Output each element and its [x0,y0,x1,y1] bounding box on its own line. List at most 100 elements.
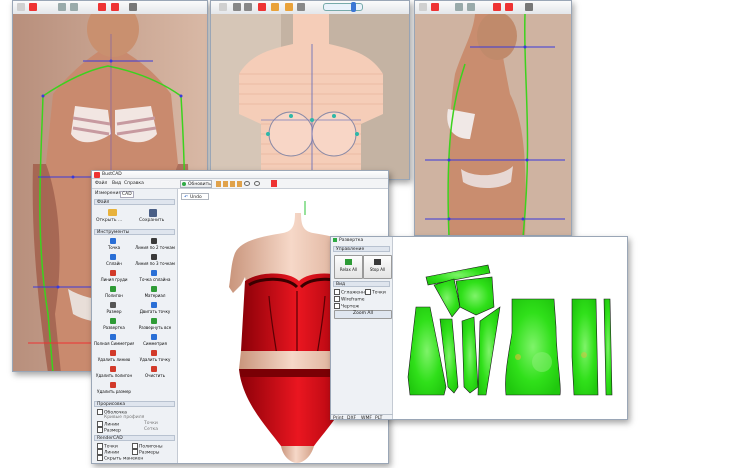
tool-label: Линия по 2 точкам [135,245,175,250]
save-button[interactable]: Сохранить [136,208,172,226]
tool-button[interactable]: Симметрия [135,333,175,348]
lock-icon[interactable] [258,3,266,11]
tool-button[interactable]: Линия груди [94,269,134,284]
flatten-panel: Развертка Управление Relax All Stop All … [331,237,393,419]
tool-button[interactable]: Полигон [94,285,134,300]
tool-button[interactable]: Удалить размер [94,381,134,396]
format-tab[interactable]: WMF [361,416,372,419]
file-header: Файл [97,200,110,205]
grid-icon[interactable] [419,3,427,11]
tool-label: Симметрия [143,341,167,346]
tool-label: Размер [106,309,122,314]
mgmt-label: Управление [336,247,365,252]
smooth-checkbox[interactable] [334,289,340,295]
sizes-check[interactable]: Размер [97,427,121,434]
tool-button[interactable]: Точка [94,237,134,252]
wireframe-check[interactable]: Wireframe [334,296,364,303]
tool-button[interactable]: Сплайн [94,253,134,268]
render-hide-check[interactable]: Скрыть манекен [97,455,143,462]
tool-icon-6[interactable] [254,181,260,186]
tab-cad[interactable]: CAD [120,191,134,198]
tools-section-header[interactable]: Инструменты [94,229,175,235]
tool-icon-5[interactable] [244,181,250,186]
view-label: Вид [336,282,346,287]
clear-icon[interactable] [505,3,513,11]
tool-icon [110,238,116,244]
points-check[interactable]: Точки [365,289,386,296]
delete-icon[interactable] [98,3,106,11]
grid-icon[interactable] [219,3,227,11]
tool-button[interactable]: Удалить линию [94,349,134,364]
tool-button[interactable]: Линия по 3 точкам [135,253,175,268]
mannequin-window [210,0,410,180]
tool-button[interactable]: Двигать точку [135,301,175,316]
zoom-all-button[interactable]: Zoom All [334,310,392,319]
zoom-slider[interactable] [323,3,363,11]
tool-label: Полная Симметрия [94,341,134,346]
format-tab[interactable]: PLT [375,416,382,419]
tool-button[interactable]: Материал [135,285,175,300]
tool-label: Сплайн [106,261,122,266]
open-button[interactable]: Открыть ... [95,208,131,226]
bell-icon[interactable] [525,3,533,11]
tool-button[interactable]: Очистить [135,365,175,380]
tool-button[interactable]: Точка сплайна [135,269,175,284]
menu-help[interactable]: Справка [124,181,144,186]
tool-icon-2[interactable] [223,181,228,187]
tool-button[interactable]: Развертка [94,317,134,332]
undo-label: Undo [190,195,202,200]
redo-icon[interactable] [70,3,78,11]
tool-button[interactable]: Развернуть все [135,317,175,332]
rotate-icon[interactable] [297,3,305,11]
redo-icon[interactable] [467,3,475,11]
view-icon[interactable] [244,3,252,11]
points-checkbox[interactable] [365,289,371,295]
bell-icon[interactable] [129,3,137,11]
tool-icon-4[interactable] [237,181,242,187]
delete-icon[interactable] [271,180,277,187]
pattern-canvas[interactable] [394,237,627,419]
file-section-header[interactable]: Файл [94,199,175,205]
tool-button[interactable]: Удалить точку [135,349,175,364]
sketch-checkbox[interactable] [334,303,340,309]
refresh-button[interactable]: Обновить [180,180,212,188]
format-tab[interactable]: Print [333,416,343,419]
grid-label[interactable]: Сетка [144,427,158,432]
render-hide-checkbox[interactable] [97,455,103,461]
tool-button[interactable]: Полная Симметрия [94,333,134,348]
tool-icon-1[interactable] [216,181,221,187]
sketch-check[interactable]: Чертеж [334,303,359,310]
format-tab[interactable]: DXF [347,416,356,419]
tab-measurements[interactable]: Измерения [95,191,121,196]
tool-icon-3[interactable] [230,181,235,187]
menu-file[interactable]: Файл [95,181,107,186]
points-label[interactable]: Точки [144,421,158,426]
clear-icon[interactable] [111,3,119,11]
move-icon[interactable] [233,3,241,11]
close-icon[interactable] [431,3,439,11]
menu-view[interactable]: Вид [112,181,121,186]
relax-all-button[interactable]: Relax All [334,255,363,279]
undo-icon[interactable] [455,3,463,11]
contours-checkbox[interactable] [97,409,103,415]
tool-button[interactable]: Удалить полигон [94,365,134,380]
side-photo-window [414,0,572,236]
tool-button[interactable]: Линия по 2 точкам [135,237,175,252]
undo-icon[interactable] [58,3,66,11]
undo-button[interactable]: ↶ Undo [181,193,209,200]
wireframe-checkbox[interactable] [334,296,340,302]
shape2-icon[interactable] [285,3,293,11]
stop-all-button[interactable]: Stop All [363,255,392,279]
zoom-thumb[interactable] [351,2,356,12]
tool-button[interactable]: Размер [94,301,134,316]
tool-label: Точка [107,245,121,250]
sizes-checkbox[interactable] [97,427,103,433]
view-section-header[interactable]: Вид [333,281,390,287]
view-section-header[interactable]: Прорисовка [94,401,175,407]
mgmt-section-header[interactable]: Управление [333,246,390,252]
delete-icon[interactable] [493,3,501,11]
shape-icon[interactable] [271,3,279,11]
close-icon[interactable] [29,3,37,11]
render-section-header[interactable]: RenderCAD [94,435,175,441]
grid-icon[interactable] [17,3,25,11]
